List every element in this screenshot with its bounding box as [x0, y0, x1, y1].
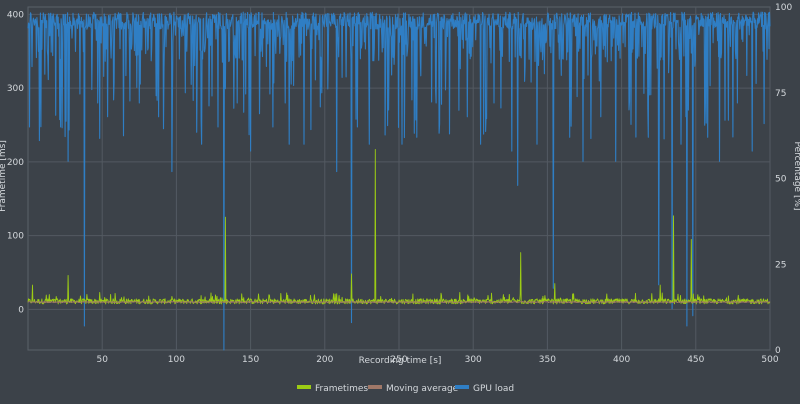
- legend-label: Frametimes: [315, 384, 368, 394]
- x-axis-title: Recording time [s]: [359, 356, 442, 366]
- y-left-tick-label: 200: [7, 158, 24, 168]
- legend-swatch: [297, 385, 311, 389]
- y-right-tick-label: 75: [775, 89, 786, 99]
- y-left-tick-label: 300: [7, 84, 24, 94]
- legend-swatch: [368, 385, 382, 389]
- legend-label: GPU load: [473, 384, 514, 394]
- x-tick-label: 100: [168, 355, 185, 365]
- legend: Frametimes Moving average GPU load: [297, 384, 514, 394]
- y-right-tick-label: 50: [775, 175, 787, 185]
- y-right-tick-label: 25: [775, 260, 786, 270]
- y-axis-right-title: Percentage [%]: [792, 141, 800, 210]
- x-tick-label: 200: [316, 355, 333, 365]
- y-left-tick-label: 400: [7, 10, 24, 20]
- y-axis-left-title: Frametime [ms]: [0, 140, 8, 212]
- x-tick-label: 500: [761, 355, 778, 365]
- frametime-gpu-chart: 50 100 150 200 250 300 350 400 450 500 0 100 200 300 4…: [0, 0, 800, 400]
- chart-canvas: 50 100 150 200 250 300 350 400 450 50001002003004…: [0, 3, 800, 394]
- legend-label: Moving average: [386, 384, 459, 394]
- x-tick-label: 150: [242, 355, 259, 365]
- y-left-tick-label: 100: [7, 232, 24, 242]
- y-left-tick-label: 0: [18, 305, 24, 315]
- y-right-tick-label: 0: [775, 346, 781, 356]
- x-tick-label: 50: [96, 355, 108, 365]
- y-right-tick-label: 100: [775, 3, 792, 13]
- x-tick-label: 300: [465, 355, 482, 365]
- axes: 50 100 150 200 250 300 350 400 450 50001002003004…: [7, 3, 793, 365]
- legend-swatch: [455, 385, 469, 389]
- x-tick-label: 450: [687, 355, 704, 365]
- x-tick-label: 350: [539, 355, 556, 365]
- x-tick-label: 400: [613, 355, 630, 365]
